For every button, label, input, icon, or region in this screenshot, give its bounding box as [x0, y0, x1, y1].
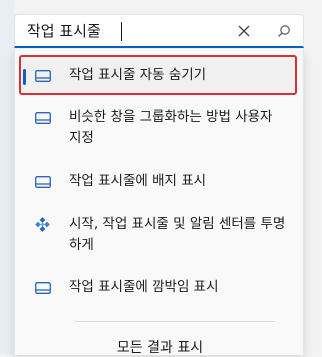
text-caret [121, 22, 122, 41]
result-item-badges[interactable]: 작업 표시줄에 배지 표시 [19, 171, 297, 192]
result-label: 작업 표시줄에 깜박임 표시 [69, 279, 219, 295]
taskbar-icon [35, 171, 55, 192]
search-results-panel: 작업 표시줄 자동 숨기기 비슷한 창을 그룹화하는 방법 사용자 지정 작업 … [14, 49, 305, 357]
search-input[interactable] [15, 15, 303, 46]
divider [75, 321, 275, 322]
result-label: 작업 표시줄에 배지 표시 [69, 173, 207, 189]
taskbar-icon [35, 107, 55, 128]
personalize-icon [35, 214, 55, 235]
selection-indicator [23, 69, 26, 85]
result-label: 시작, 작업 표시줄 및 알림 센터를 투명하게 [69, 216, 286, 253]
result-item-group-windows[interactable]: 비슷한 창을 그룹화하는 방법 사용자 지정 [19, 107, 297, 149]
close-icon[interactable] [235, 22, 253, 40]
result-label: 비슷한 창을 그룹화하는 방법 사용자 지정 [69, 109, 273, 146]
taskbar-icon [35, 277, 55, 298]
background-window-edge [0, 0, 14, 355]
show-all-results-link[interactable]: 모든 결과 표시 [15, 337, 305, 357]
taskbar-icon [35, 65, 55, 86]
result-item-transparency[interactable]: 시작, 작업 표시줄 및 알림 센터를 투명하게 [19, 214, 297, 256]
result-item-flashing[interactable]: 작업 표시줄에 깜박임 표시 [19, 277, 297, 298]
result-item-auto-hide[interactable]: 작업 표시줄 자동 숨기기 [19, 55, 297, 95]
search-box[interactable] [14, 14, 304, 48]
result-label: 작업 표시줄 자동 숨기기 [69, 67, 207, 83]
search-icon[interactable] [275, 22, 293, 40]
